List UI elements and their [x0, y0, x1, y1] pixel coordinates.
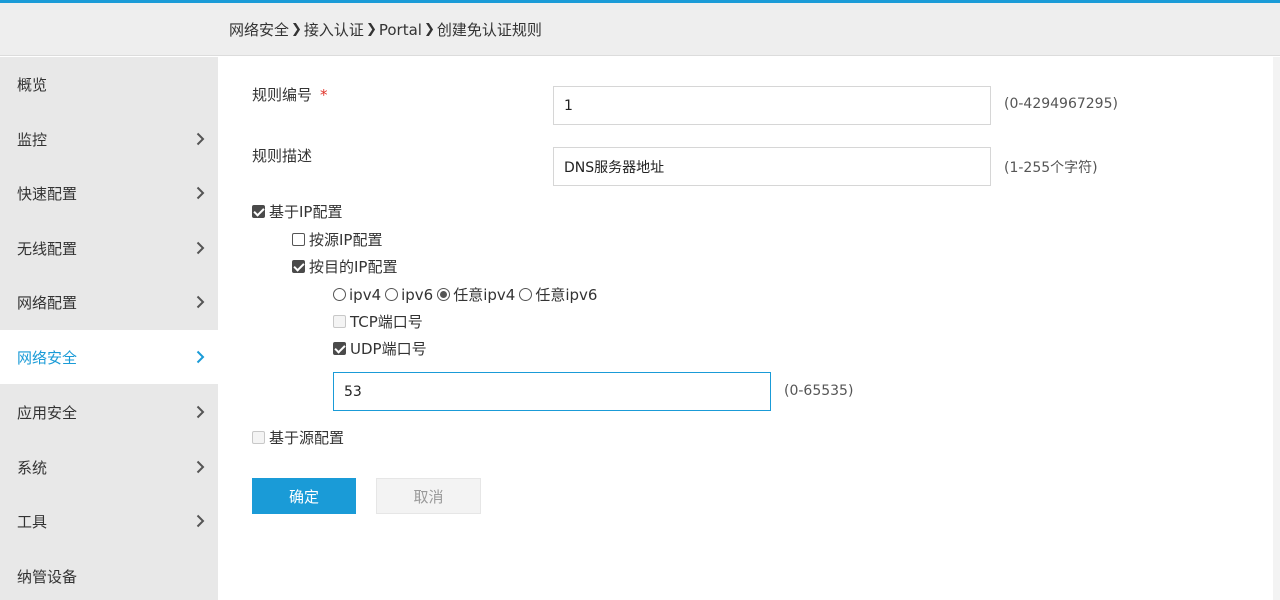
sidebar-item-network-config[interactable]: 网络配置: [0, 275, 218, 329]
sidebar-item-label: 系统: [17, 458, 48, 477]
page-scrollbar[interactable]: [1273, 57, 1280, 600]
required-mark: *: [320, 86, 328, 104]
radio-button[interactable]: [519, 288, 533, 301]
breadcrumb-current-page: 创建免认证规则: [436, 21, 542, 39]
ip-based-config-option[interactable]: 基于IP配置: [252, 201, 342, 222]
tcp-port-option[interactable]: TCP端口号: [333, 311, 423, 332]
ip-type-radio-group: ipv4 ipv6 任意ipv4 任意ipv6: [333, 284, 601, 305]
sidebar: 概览 监控 快速配置 无线配置 网络配置 网络安全 应用安全 系统 工具 纳管设…: [0, 57, 218, 600]
radio-button[interactable]: [437, 288, 451, 301]
radio-option-any-ipv4[interactable]: 任意ipv4: [437, 284, 515, 305]
sidebar-item-label: 网络配置: [17, 293, 78, 312]
tcp-port-checkbox[interactable]: [333, 315, 346, 328]
radio-label: ipv6: [401, 285, 434, 304]
sidebar-item-network-security[interactable]: 网络安全: [0, 330, 218, 384]
source-based-config-option[interactable]: 基于源配置: [252, 427, 344, 448]
sidebar-item-quick-config[interactable]: 快速配置: [0, 166, 218, 220]
chevron-right-icon: ❯: [423, 22, 435, 37]
breadcrumb: 网络安全 ❯ 接入认证 ❯ Portal ❯ 创建免认证规则: [229, 19, 542, 40]
src-ip-label: 按源IP配置: [309, 231, 383, 249]
radio-label: 任意ipv4: [453, 286, 516, 304]
dst-ip-checkbox[interactable]: [292, 260, 305, 273]
radio-button[interactable]: [385, 288, 399, 301]
header-bar: 网络安全 ❯ 接入认证 ❯ Portal ❯ 创建免认证规则: [0, 3, 1280, 56]
radio-option-any-ipv6[interactable]: 任意ipv6: [519, 284, 597, 305]
udp-port-label: UDP端口号: [350, 340, 427, 358]
rule-id-label-text: 规则编号: [252, 86, 313, 104]
confirm-button[interactable]: 确定: [252, 478, 356, 514]
src-ip-config-option[interactable]: 按源IP配置: [292, 229, 382, 250]
cancel-button[interactable]: 取消: [376, 478, 481, 514]
ip-based-label: 基于IP配置: [269, 203, 343, 221]
sidebar-item-label: 监控: [17, 130, 48, 149]
sidebar-item-app-security[interactable]: 应用安全: [0, 385, 218, 439]
sidebar-item-wireless-config[interactable]: 无线配置: [0, 221, 218, 275]
sidebar-item-label: 网络安全: [17, 348, 78, 367]
radio-label: ipv4: [349, 285, 382, 304]
sidebar-item-tools[interactable]: 工具: [0, 494, 218, 548]
breadcrumb-portal[interactable]: Portal: [379, 21, 422, 39]
udp-port-input[interactable]: 53: [333, 372, 771, 411]
rule-id-hint: (0-4294967295): [1004, 96, 1118, 112]
sidebar-item-monitor[interactable]: 监控: [0, 112, 218, 166]
sidebar-item-label: 快速配置: [17, 184, 78, 203]
chevron-right-icon: [196, 350, 205, 364]
sidebar-item-managed-devices[interactable]: 纳管设备: [0, 549, 218, 600]
chevron-right-icon: [196, 514, 205, 528]
sidebar-item-label: 无线配置: [17, 239, 78, 258]
chevron-right-icon: ❯: [365, 22, 377, 37]
radio-label: 任意ipv6: [535, 286, 598, 304]
src-ip-checkbox[interactable]: [292, 233, 305, 246]
source-based-label: 基于源配置: [269, 429, 345, 447]
rule-id-label: 规则编号 *: [252, 84, 328, 105]
chevron-right-icon: [196, 405, 205, 419]
rule-desc-input[interactable]: DNS服务器地址: [553, 147, 991, 186]
breadcrumb-network-security[interactable]: 网络安全: [229, 19, 289, 40]
sidebar-item-system[interactable]: 系统: [0, 440, 218, 494]
breadcrumb-access-auth[interactable]: 接入认证: [304, 19, 364, 40]
udp-port-hint: (0-65535): [784, 383, 854, 399]
udp-port-checkbox[interactable]: [333, 342, 346, 355]
dst-ip-label: 按目的IP配置: [309, 258, 398, 276]
dst-ip-config-option[interactable]: 按目的IP配置: [292, 256, 397, 277]
radio-option-ipv4[interactable]: ipv4: [333, 286, 381, 304]
udp-port-option[interactable]: UDP端口号: [333, 338, 427, 359]
ip-based-checkbox[interactable]: [252, 205, 265, 218]
chevron-right-icon: ❯: [291, 22, 302, 37]
sidebar-item-label: 应用安全: [17, 403, 78, 422]
radio-button[interactable]: [333, 288, 346, 301]
rule-desc-label: 规则描述: [252, 147, 313, 165]
tcp-port-label: TCP端口号: [350, 313, 423, 331]
rule-id-input[interactable]: 1: [553, 86, 991, 125]
chevron-right-icon: [196, 186, 205, 200]
chevron-right-icon: [196, 295, 205, 309]
rule-desc-hint: (1-255个字符): [1004, 160, 1098, 176]
chevron-right-icon: [196, 132, 205, 146]
sidebar-item-label: 工具: [17, 512, 48, 531]
chevron-right-icon: [196, 241, 205, 255]
sidebar-item-label: 纳管设备: [17, 567, 78, 586]
sidebar-item-label: 概览: [17, 75, 48, 94]
sidebar-item-overview[interactable]: 概览: [0, 57, 218, 111]
radio-option-ipv6[interactable]: ipv6: [385, 286, 433, 304]
source-based-checkbox[interactable]: [252, 431, 265, 444]
chevron-right-icon: [196, 460, 205, 474]
